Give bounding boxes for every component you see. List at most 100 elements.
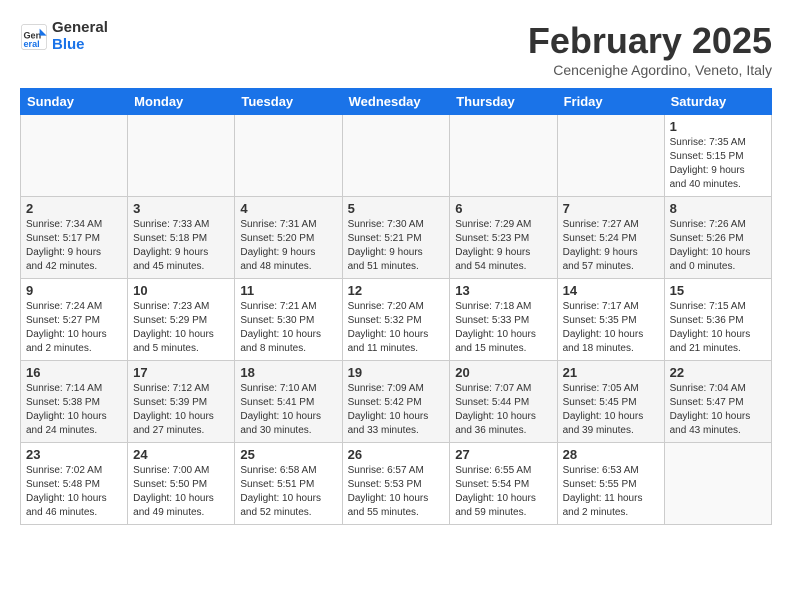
title-block: February 2025 Cencenighe Agordino, Venet… — [528, 20, 772, 78]
day-info: Sunrise: 6:57 AMSunset: 5:53 PMDaylight:… — [348, 464, 445, 520]
day-info: Sunrise: 7:12 AMSunset: 5:39 PMDaylight:… — [133, 382, 229, 438]
calendar-header-row: SundayMondayTuesdayWednesdayThursdayFrid… — [21, 89, 772, 115]
calendar-day: 23 Sunrise: 7:02 AMSunset: 5:48 PMDayligh… — [21, 443, 128, 525]
day-number: 27 — [455, 447, 551, 462]
calendar-day: 21 Sunrise: 7:05 AMSunset: 5:45 PMDayligh… — [557, 361, 664, 443]
day-number: 14 — [563, 283, 659, 298]
day-number: 22 — [670, 365, 766, 380]
calendar-day: 17 Sunrise: 7:12 AMSunset: 5:39 PMDayligh… — [128, 361, 235, 443]
day-number: 18 — [240, 365, 336, 380]
logo-icon: Gen eral — [20, 23, 48, 51]
calendar-day: 24Sunrise: 7:00 AMSunset: 5:50 PMDayligh… — [128, 443, 235, 525]
day-number: 11 — [240, 283, 336, 298]
day-number: 8 — [670, 201, 766, 216]
day-info: Sunrise: 6:53 AMSunset: 5:55 PMDaylight:… — [563, 464, 659, 520]
svg-text:eral: eral — [24, 38, 40, 48]
day-info: Sunrise: 7:30 AMSunset: 5:21 PMDaylight:… — [348, 218, 445, 274]
day-info: Sunrise: 7:20 AMSunset: 5:32 PMDaylight:… — [348, 300, 445, 356]
day-number: 3 — [133, 201, 229, 216]
location: Cencenighe Agordino, Veneto, Italy — [528, 62, 772, 78]
day-number: 21 — [563, 365, 659, 380]
day-number: 7 — [563, 201, 659, 216]
day-number: 16 — [26, 365, 122, 380]
day-info: Sunrise: 7:17 AMSunset: 5:35 PMDaylight:… — [563, 300, 659, 356]
calendar-day: 22 Sunrise: 7:04 AMSunset: 5:47 PMDayligh… — [664, 361, 771, 443]
day-info: Sunrise: 7:33 AMSunset: 5:18 PMDaylight:… — [133, 218, 229, 274]
calendar-day: 4 Sunrise: 7:31 AMSunset: 5:20 PMDaylight… — [235, 197, 342, 279]
calendar-day — [128, 115, 235, 197]
header-day-tuesday: Tuesday — [235, 89, 342, 115]
day-number: 25 — [240, 447, 336, 462]
calendar-day: 25 Sunrise: 6:58 AMSunset: 5:51 PMDayligh… — [235, 443, 342, 525]
day-info: Sunrise: 7:04 AMSunset: 5:47 PMDaylight:… — [670, 382, 766, 438]
day-info: Sunrise: 7:21 AMSunset: 5:30 PMDaylight:… — [240, 300, 336, 356]
day-number: 26 — [348, 447, 445, 462]
day-number: 19 — [348, 365, 445, 380]
day-number: 6 — [455, 201, 551, 216]
calendar-day: 12 Sunrise: 7:20 AMSunset: 5:32 PMDayligh… — [342, 279, 450, 361]
calendar-week-5: 23 Sunrise: 7:02 AMSunset: 5:48 PMDayligh… — [21, 443, 772, 525]
calendar-week-1: 1Sunrise: 7:35 AMSunset: 5:15 PMDaylight… — [21, 115, 772, 197]
calendar-day — [664, 443, 771, 525]
calendar-day: 20Sunrise: 7:07 AMSunset: 5:44 PMDayligh… — [450, 361, 557, 443]
day-number: 1 — [670, 119, 766, 134]
calendar-week-4: 16 Sunrise: 7:14 AMSunset: 5:38 PMDayligh… — [21, 361, 772, 443]
header-day-friday: Friday — [557, 89, 664, 115]
header-day-sunday: Sunday — [21, 89, 128, 115]
day-number: 17 — [133, 365, 229, 380]
calendar-day: 26 Sunrise: 6:57 AMSunset: 5:53 PMDayligh… — [342, 443, 450, 525]
calendar-day: 19 Sunrise: 7:09 AMSunset: 5:42 PMDayligh… — [342, 361, 450, 443]
calendar-day: 7 Sunrise: 7:27 AMSunset: 5:24 PMDaylight… — [557, 197, 664, 279]
day-number: 10 — [133, 283, 229, 298]
header-day-thursday: Thursday — [450, 89, 557, 115]
logo: Gen eral General Blue — [20, 20, 108, 53]
calendar-day: 9Sunrise: 7:24 AMSunset: 5:27 PMDaylight… — [21, 279, 128, 361]
day-info: Sunrise: 6:55 AMSunset: 5:54 PMDaylight:… — [455, 464, 551, 520]
calendar-day — [557, 115, 664, 197]
day-info: Sunrise: 7:27 AMSunset: 5:24 PMDaylight:… — [563, 218, 659, 274]
calendar-day: 1Sunrise: 7:35 AMSunset: 5:15 PMDaylight… — [664, 115, 771, 197]
day-number: 5 — [348, 201, 445, 216]
day-number: 13 — [455, 283, 551, 298]
day-info: Sunrise: 7:15 AMSunset: 5:36 PMDaylight:… — [670, 300, 766, 356]
day-info: Sunrise: 7:23 AMSunset: 5:29 PMDaylight:… — [133, 300, 229, 356]
calendar-day: 10 Sunrise: 7:23 AMSunset: 5:29 PMDayligh… — [128, 279, 235, 361]
calendar-day: 5 Sunrise: 7:30 AMSunset: 5:21 PMDaylight… — [342, 197, 450, 279]
calendar-day — [235, 115, 342, 197]
day-info: Sunrise: 7:10 AMSunset: 5:41 PMDaylight:… — [240, 382, 336, 438]
day-info: Sunrise: 6:58 AMSunset: 5:51 PMDaylight:… — [240, 464, 336, 520]
calendar-day: 14 Sunrise: 7:17 AMSunset: 5:35 PMDayligh… — [557, 279, 664, 361]
day-number: 9 — [26, 283, 122, 298]
calendar-day: 16 Sunrise: 7:14 AMSunset: 5:38 PMDayligh… — [21, 361, 128, 443]
calendar-day: 8Sunrise: 7:26 AMSunset: 5:26 PMDaylight… — [664, 197, 771, 279]
calendar-day: 18 Sunrise: 7:10 AMSunset: 5:41 PMDayligh… — [235, 361, 342, 443]
day-info: Sunrise: 7:29 AMSunset: 5:23 PMDaylight:… — [455, 218, 551, 274]
day-info: Sunrise: 7:31 AMSunset: 5:20 PMDaylight:… — [240, 218, 336, 274]
day-info: Sunrise: 7:18 AMSunset: 5:33 PMDaylight:… — [455, 300, 551, 356]
calendar-day: 6 Sunrise: 7:29 AMSunset: 5:23 PMDaylight… — [450, 197, 557, 279]
calendar-day — [450, 115, 557, 197]
calendar-week-2: 2 Sunrise: 7:34 AMSunset: 5:17 PMDaylight… — [21, 197, 772, 279]
calendar-day: 28Sunrise: 6:53 AMSunset: 5:55 PMDayligh… — [557, 443, 664, 525]
day-number: 23 — [26, 447, 122, 462]
day-info: Sunrise: 7:02 AMSunset: 5:48 PMDaylight:… — [26, 464, 122, 520]
day-number: 12 — [348, 283, 445, 298]
day-info: Sunrise: 7:07 AMSunset: 5:44 PMDaylight:… — [455, 382, 551, 438]
page-header: Gen eral General Blue February 2025 Cenc… — [20, 20, 772, 78]
day-info: Sunrise: 7:05 AMSunset: 5:45 PMDaylight:… — [563, 382, 659, 438]
day-number: 2 — [26, 201, 122, 216]
day-info: Sunrise: 7:00 AMSunset: 5:50 PMDaylight:… — [133, 464, 229, 520]
calendar-week-3: 9Sunrise: 7:24 AMSunset: 5:27 PMDaylight… — [21, 279, 772, 361]
header-day-saturday: Saturday — [664, 89, 771, 115]
day-info: Sunrise: 7:09 AMSunset: 5:42 PMDaylight:… — [348, 382, 445, 438]
day-info: Sunrise: 7:14 AMSunset: 5:38 PMDaylight:… — [26, 382, 122, 438]
day-number: 4 — [240, 201, 336, 216]
calendar: SundayMondayTuesdayWednesdayThursdayFrid… — [20, 88, 772, 525]
header-day-monday: Monday — [128, 89, 235, 115]
calendar-day — [21, 115, 128, 197]
day-info: Sunrise: 7:34 AMSunset: 5:17 PMDaylight:… — [26, 218, 122, 274]
logo-text: General Blue — [52, 20, 108, 53]
calendar-day: 2 Sunrise: 7:34 AMSunset: 5:17 PMDaylight… — [21, 197, 128, 279]
calendar-day: 27 Sunrise: 6:55 AMSunset: 5:54 PMDayligh… — [450, 443, 557, 525]
calendar-day: 13 Sunrise: 7:18 AMSunset: 5:33 PMDayligh… — [450, 279, 557, 361]
